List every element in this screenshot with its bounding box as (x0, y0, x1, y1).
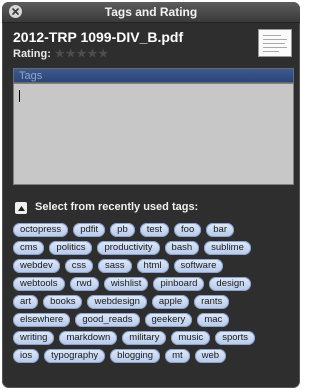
tag-pill-good-reads[interactable]: good_reads (75, 313, 140, 327)
tag-pill-foo[interactable]: foo (174, 223, 202, 237)
tag-pill-html[interactable]: html (136, 259, 169, 273)
tags-rating-panel: Tags and Rating 2012-TRP 1099-DIV_B.pdf … (2, 2, 300, 388)
tag-pill-art[interactable]: art (13, 295, 39, 309)
tag-row: cms politics productivity bash sublime (13, 241, 295, 255)
tag-pill-books[interactable]: books (43, 295, 83, 309)
tag-pill-military[interactable]: military (122, 331, 167, 345)
tag-pill-software[interactable]: software (173, 259, 224, 273)
tag-pill-ios[interactable]: ios (13, 349, 40, 363)
tag-pill-writing[interactable]: writing (13, 331, 55, 345)
tag-pill-apple[interactable]: apple (151, 295, 190, 309)
tag-pill-typography[interactable]: typography (44, 349, 106, 363)
tag-pill-mac[interactable]: mac (197, 313, 230, 327)
tag-pill-webtools[interactable]: webtools (13, 277, 65, 291)
rating-label: Rating: (13, 48, 51, 60)
tag-pill-css[interactable]: css (64, 259, 93, 273)
tag-pill-test[interactable]: test (139, 223, 170, 237)
tag-row: webtools rwd wishlist pinboard design (13, 277, 295, 291)
star-icon[interactable]: ★ (88, 48, 98, 60)
tag-row: elsewhere good_reads geekery mac (13, 313, 295, 327)
star-icon[interactable]: ★ (77, 48, 87, 60)
tag-pill-markdown[interactable]: markdown (59, 331, 118, 345)
tag-pill-pdfit[interactable]: pdfit (73, 223, 106, 237)
tag-pill-blogging[interactable]: blogging (110, 349, 161, 363)
rating-stars[interactable]: ★ ★ ★ ★ ★ (55, 48, 108, 60)
tags-field-header: Tags (13, 68, 294, 83)
tag-pill-webdev[interactable]: webdev (13, 259, 60, 273)
text-caret (19, 90, 20, 102)
tag-pill-web[interactable]: web (194, 349, 227, 363)
window-title: Tags and Rating (104, 5, 198, 19)
tag-pill-rwd[interactable]: rwd (69, 277, 99, 291)
title-bar[interactable]: Tags and Rating (2, 2, 300, 23)
tag-pill-cms[interactable]: cms (13, 241, 45, 255)
tag-row: octopress pdfit pb test foo bar (13, 223, 295, 237)
tag-pill-politics[interactable]: politics (49, 241, 93, 255)
tag-pill-design[interactable]: design (209, 277, 252, 291)
document-thumbnail (258, 29, 292, 57)
tag-pill-pb[interactable]: pb (110, 223, 135, 237)
recent-tags-cloud: octopress pdfit pb test foo bar cms politics pro… (13, 223, 295, 367)
tag-pill-octopress[interactable]: octopress (13, 223, 69, 237)
tag-pill-music[interactable]: music (171, 331, 211, 345)
tag-pill-rants[interactable]: rants (194, 295, 230, 309)
tag-row: art books webdesign apple rants (13, 295, 295, 309)
tag-pill-elsewhere[interactable]: elsewhere (13, 313, 71, 327)
triangle-up-icon (17, 205, 25, 211)
tag-pill-bash[interactable]: bash (164, 241, 200, 255)
star-icon[interactable]: ★ (55, 48, 65, 60)
tag-pill-geekery[interactable]: geekery (144, 313, 193, 327)
tag-row: webdev css sass html software (13, 259, 295, 273)
recent-tags-label: Select from recently used tags: (35, 201, 199, 213)
tag-pill-productivity[interactable]: productivity (97, 241, 160, 255)
star-icon[interactable]: ★ (66, 48, 76, 60)
tag-pill-webdesign[interactable]: webdesign (87, 295, 147, 309)
tag-pill-mt[interactable]: mt (165, 349, 190, 363)
star-icon[interactable]: ★ (98, 48, 108, 60)
rating-row: Rating: ★ ★ ★ ★ ★ (13, 48, 108, 60)
file-name: 2012-TRP 1099-DIV_B.pdf (13, 29, 184, 45)
tag-pill-bar[interactable]: bar (206, 223, 234, 237)
tag-pill-sass[interactable]: sass (98, 259, 132, 273)
tag-row: ios typography blogging mt web (13, 349, 295, 363)
tag-pill-sublime[interactable]: sublime (204, 241, 251, 255)
tags-input[interactable] (13, 83, 294, 185)
recent-tags-toggle[interactable] (15, 202, 27, 214)
tag-pill-pinboard[interactable]: pinboard (153, 277, 205, 291)
tag-pill-sports[interactable]: sports (215, 331, 256, 345)
tag-pill-wishlist[interactable]: wishlist (103, 277, 149, 291)
tag-row: writing markdown military music sports (13, 331, 295, 345)
